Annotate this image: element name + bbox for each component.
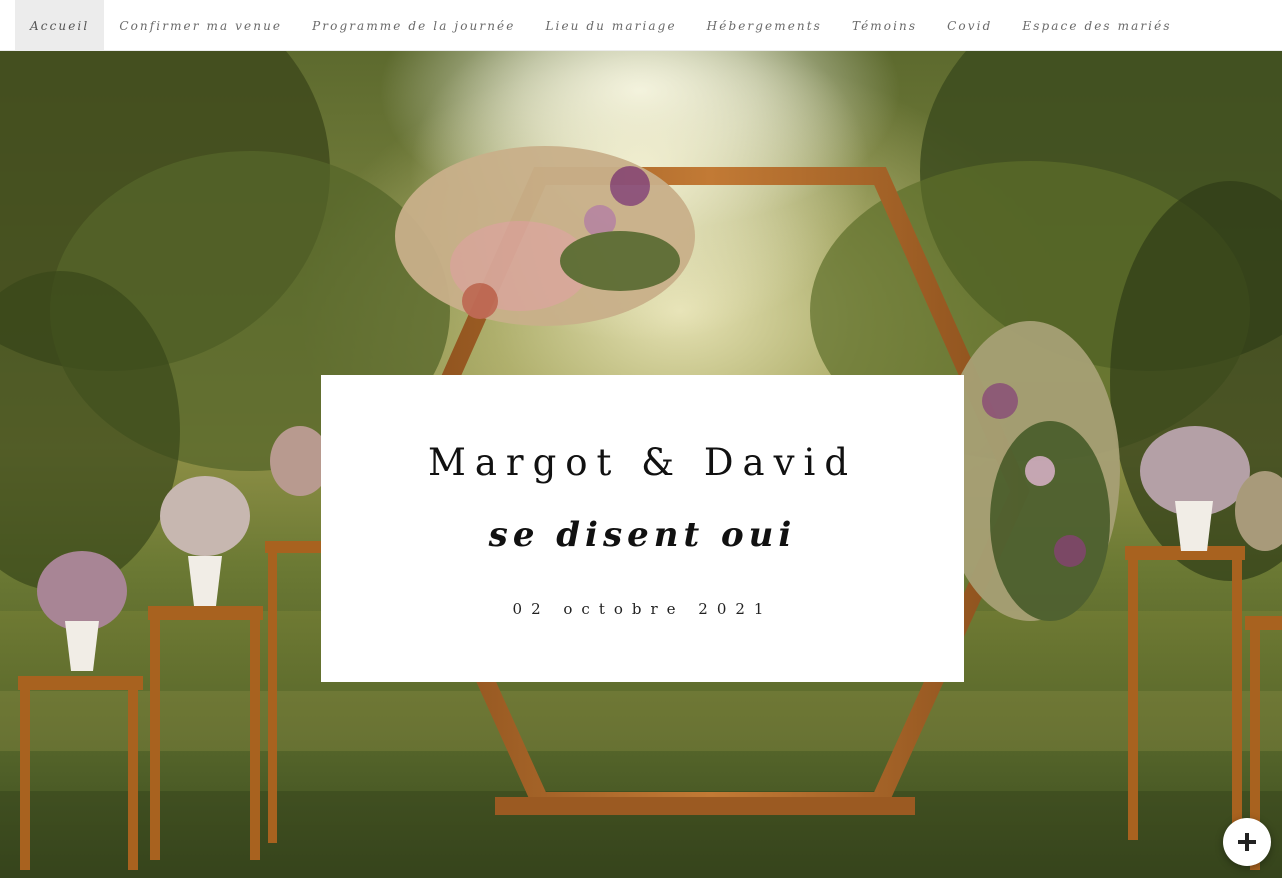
couple-names-heading: Margot & David: [427, 441, 858, 484]
nav-item-temoins[interactable]: Témoins: [837, 0, 932, 51]
nav-item-programme[interactable]: Programme de la journée: [297, 0, 530, 51]
nav-item-hebergements[interactable]: Hébergements: [692, 0, 837, 51]
nav-item-covid[interactable]: Covid: [932, 0, 1007, 51]
top-navigation: Accueil Confirmer ma venue Programme de …: [0, 0, 1282, 51]
add-button[interactable]: [1223, 818, 1271, 866]
nav-item-confirmer-ma-venue[interactable]: Confirmer ma venue: [104, 0, 297, 51]
nav-menu: Accueil Confirmer ma venue Programme de …: [15, 0, 1187, 51]
tagline-text: se disent oui: [488, 515, 797, 555]
hero-card: Margot & David se disent oui 02 octobre …: [321, 375, 964, 682]
plus-icon: [1238, 833, 1256, 851]
nav-item-lieu-du-mariage[interactable]: Lieu du mariage: [530, 0, 691, 51]
flower-arrangement-top: [395, 146, 695, 326]
flower-arrangement-right: [940, 321, 1120, 621]
wedding-date: 02 octobre 2021: [512, 600, 773, 618]
nav-item-accueil[interactable]: Accueil: [15, 0, 105, 51]
nav-item-espace-des-maries[interactable]: Espace des mariés: [1007, 0, 1186, 51]
